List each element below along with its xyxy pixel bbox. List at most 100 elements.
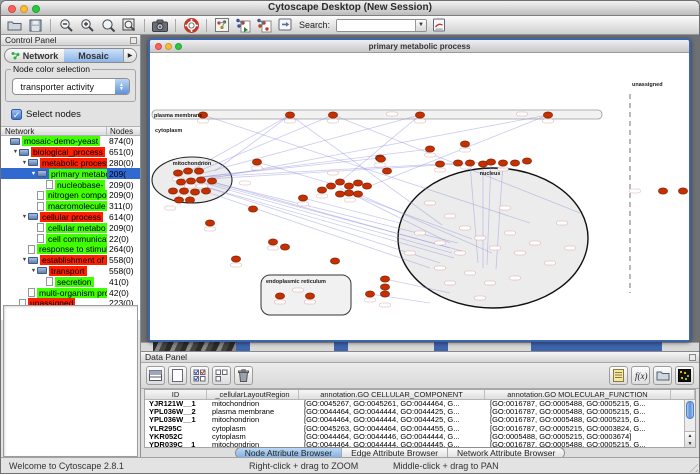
unselect-attributes-icon[interactable] [212, 366, 231, 385]
col-molecular-function[interactable]: annotation.GO MOLECULAR_FUNCTION [485, 390, 671, 399]
table-row[interactable]: YJR121W__1mitochondrion[GO:0045267, GO:0… [145, 400, 695, 408]
network-node[interactable] [207, 178, 216, 184]
open-session-button[interactable] [5, 17, 23, 33]
network-node[interactable] [305, 293, 314, 299]
network-node[interactable] [174, 197, 183, 203]
snapshot-camera-icon[interactable] [151, 17, 169, 33]
network-node[interactable] [376, 156, 385, 162]
float-panel-icon[interactable] [130, 37, 137, 44]
network-node[interactable] [326, 183, 335, 189]
network-node[interactable] [380, 291, 389, 297]
zoom-in-icon[interactable] [78, 17, 96, 33]
help-lifering-icon[interactable] [182, 17, 200, 33]
scrollbar-arrows[interactable]: ▲▼ [685, 431, 695, 447]
table-row[interactable]: YPL036W__2plasma membrane[GO:0044464, GO… [145, 408, 695, 416]
float-panel-icon[interactable] [689, 354, 696, 361]
tree-row[interactable]: ▼biological_process651(0) [1, 147, 140, 158]
network-node[interactable] [658, 188, 667, 194]
network-node[interactable] [201, 188, 210, 194]
network-node[interactable] [415, 112, 424, 118]
overview-panel-icon[interactable] [213, 17, 231, 33]
network-node[interactable] [353, 191, 362, 197]
network-node[interactable] [460, 141, 469, 147]
network-node[interactable] [194, 168, 203, 174]
node-color-combobox[interactable]: transporter activity ▲▼ [12, 78, 130, 95]
network-node[interactable] [380, 276, 389, 282]
tree-row[interactable]: ▼cellular process614(0) [1, 212, 140, 223]
network-node[interactable] [252, 159, 261, 165]
network-node[interactable] [425, 146, 434, 152]
import-network-icon[interactable] [276, 17, 294, 33]
network-node[interactable] [498, 160, 507, 166]
table-scrollbar[interactable]: ▲▼ [684, 400, 695, 447]
table-row[interactable]: YPL036W__1mitochondrion[GO:0044464, GO:0… [145, 416, 695, 424]
table-row[interactable]: YKR052Ccytoplasm[GO:0044464, GO:0044446,… [145, 433, 695, 441]
tree-row[interactable]: ▼primary metabo209( [1, 168, 140, 179]
network-node[interactable] [280, 244, 289, 250]
search-input[interactable] [337, 20, 415, 31]
search-dropdown-arrow[interactable]: ▼ [415, 20, 426, 31]
network-node[interactable] [328, 112, 337, 118]
network-node[interactable] [522, 158, 531, 164]
network-node[interactable] [275, 293, 284, 299]
birdseye-view-panel[interactable] [3, 305, 138, 457]
network-node[interactable] [353, 180, 362, 186]
resize-grip[interactable] [686, 460, 698, 472]
tree-row[interactable]: cell communicat22(0) [1, 233, 140, 244]
import-attributes-folder-icon[interactable] [653, 366, 672, 385]
network-node[interactable] [335, 191, 344, 197]
save-session-button[interactable] [26, 17, 44, 33]
select-attributes-icon[interactable] [190, 366, 209, 385]
network-window-titlebar[interactable]: primary metabolic process [150, 40, 689, 53]
network-node[interactable] [205, 220, 214, 226]
network-node[interactable] [179, 188, 188, 194]
col-cellular-component[interactable]: annotation.GO CELLULAR_COMPONENT [299, 390, 485, 399]
network-node[interactable] [344, 183, 353, 189]
zoom-out-icon[interactable] [57, 17, 75, 33]
network-node[interactable] [365, 291, 374, 297]
network-node[interactable] [543, 112, 552, 118]
network-node[interactable] [248, 206, 257, 212]
tree-row[interactable]: nitrogen compo209(0) [1, 190, 140, 201]
notepad-icon[interactable] [609, 366, 628, 385]
table-row[interactable]: YLR295Ccytoplasm[GO:0045263, GO:0044464,… [145, 425, 695, 433]
network-node[interactable] [678, 188, 687, 194]
apply-vizmap-icon[interactable] [255, 17, 273, 33]
tab-mosaic[interactable]: Mosaic [64, 49, 123, 62]
network-node[interactable] [190, 189, 199, 195]
network-node[interactable] [510, 160, 519, 166]
tree-row[interactable]: nucleobase-209(0) [1, 179, 140, 190]
zoom-selected-icon[interactable] [99, 17, 117, 33]
scrollbar-thumb[interactable] [686, 401, 694, 419]
zoom-fit-icon[interactable] [120, 17, 138, 33]
network-node[interactable] [176, 179, 185, 185]
tree-row[interactable]: mosaic-demo-yeast874(0) [1, 136, 140, 147]
network-node[interactable] [183, 168, 192, 174]
tree-row[interactable]: secretion41(0) [1, 276, 140, 287]
attribute-table-icon[interactable] [146, 366, 165, 385]
network-node[interactable] [185, 197, 194, 203]
network-node[interactable] [168, 188, 177, 194]
col-region[interactable]: _cellularLayoutRegion [207, 390, 299, 399]
network-node[interactable] [231, 256, 240, 262]
tree-row[interactable]: macromolecule311(0) [1, 201, 140, 212]
tree-row[interactable]: ▼transport558(0) [1, 266, 140, 277]
network-node[interactable] [298, 195, 307, 201]
network-node[interactable] [330, 258, 339, 264]
tree-col-network[interactable]: Network [1, 127, 107, 135]
network-node[interactable] [268, 239, 277, 245]
tree-row[interactable]: multi-organism pro42(0) [1, 287, 140, 298]
tab-network[interactable]: Network [5, 49, 64, 62]
create-attribute-icon[interactable] [168, 366, 187, 385]
network-node[interactable] [362, 183, 371, 189]
tree-row[interactable]: ▼metabolic process280(0) [1, 158, 140, 169]
network-node[interactable] [186, 178, 195, 184]
network-node[interactable] [196, 177, 205, 183]
matrix-view-icon[interactable] [675, 366, 694, 385]
formula-builder-icon[interactable]: f(x) [631, 366, 650, 385]
network-node[interactable] [465, 160, 474, 166]
network-node[interactable] [382, 168, 391, 174]
network-node[interactable] [317, 187, 326, 193]
network-canvas[interactable]: plasma membranecytoplasmmitochondrionnuc… [150, 53, 689, 340]
col-id[interactable]: ID [145, 390, 207, 399]
